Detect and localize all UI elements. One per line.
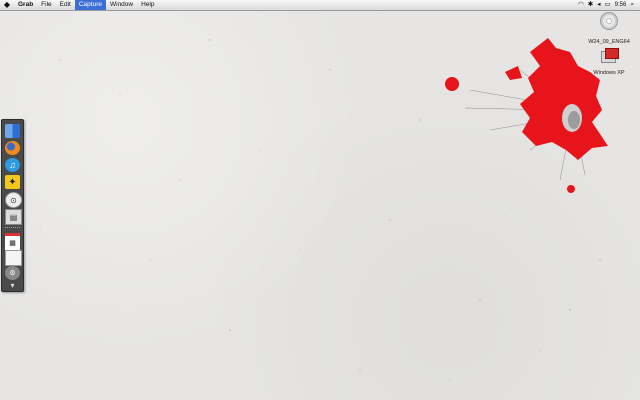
menu-capture[interactable]: Capture bbox=[74, 0, 106, 10]
shield-icon[interactable]: ⊙ bbox=[5, 192, 22, 208]
menu-bar: ◆ Grab File Edit Capture Window Help ◠ ✱… bbox=[0, 0, 640, 11]
menubar-extras: ◠ ✱ ◂ ▭ 9:56 ⌕ bbox=[578, 0, 640, 10]
bluetooth-icon[interactable]: ✱ bbox=[588, 0, 593, 10]
wifi-icon[interactable]: ◠ bbox=[578, 0, 584, 10]
menu-edit[interactable]: Edit bbox=[56, 0, 75, 10]
dock-separator bbox=[5, 227, 20, 230]
itunes-icon[interactable]: ♫ bbox=[5, 158, 20, 172]
vm-icon bbox=[601, 48, 619, 63]
battery-icon[interactable]: ▭ bbox=[605, 0, 611, 10]
desktop-icon-windows-xp[interactable]: Windows XP bbox=[586, 48, 632, 79]
desktop-icon-label: Windows XP bbox=[593, 70, 625, 76]
spotlight-icon[interactable]: ⌕ bbox=[630, 0, 634, 10]
apple-menu-icon[interactable]: ◆ bbox=[0, 0, 14, 10]
clock[interactable]: 9:56 bbox=[615, 0, 627, 10]
calendar-icon[interactable]: ▦ bbox=[5, 233, 20, 250]
firefox-icon[interactable] bbox=[5, 141, 20, 155]
volume-icon[interactable]: ◂ bbox=[597, 0, 600, 10]
desktop-wallpaper bbox=[0, 0, 640, 400]
desktop-icon-disc[interactable]: W24_09_ENG64 bbox=[586, 12, 632, 48]
trash-icon[interactable]: ▾ bbox=[5, 278, 20, 292]
textedit-icon[interactable] bbox=[5, 250, 22, 266]
disc-icon bbox=[600, 12, 618, 30]
finder-icon[interactable] bbox=[5, 124, 20, 138]
menu-app-name[interactable]: Grab bbox=[14, 0, 37, 10]
bird-app-icon[interactable]: ✦ bbox=[5, 175, 20, 189]
menu-help[interactable]: Help bbox=[137, 0, 158, 10]
dock: ♫ ✦ ⊙ ▤ ▦ ⚙ ▾ bbox=[1, 119, 24, 292]
desktop-icon-label: W24_09_ENG64 bbox=[588, 39, 630, 45]
preview-icon[interactable]: ▤ bbox=[5, 209, 22, 225]
menu-window[interactable]: Window bbox=[106, 0, 137, 10]
menu-file[interactable]: File bbox=[37, 0, 55, 10]
wallpaper-art bbox=[39, 38, 608, 381]
